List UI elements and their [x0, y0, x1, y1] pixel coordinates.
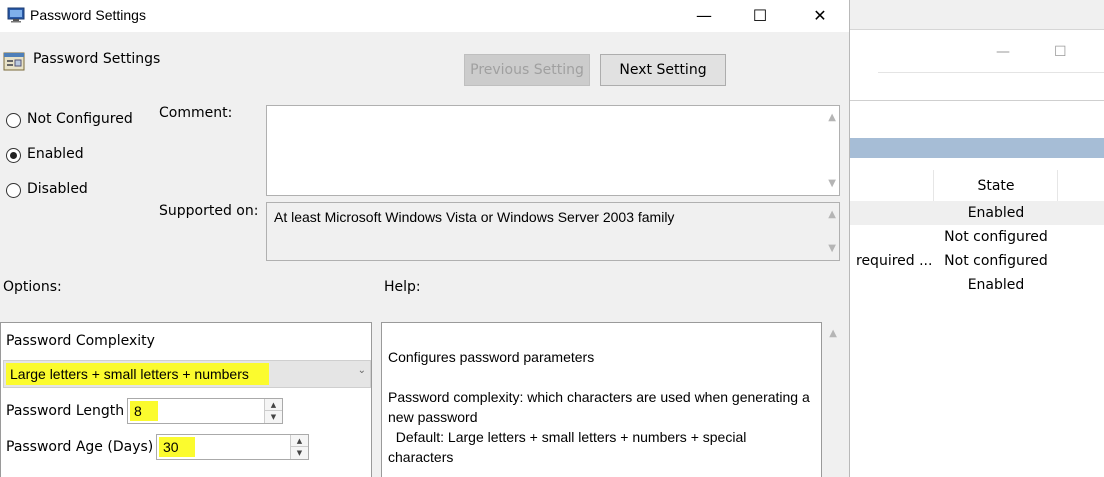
radio-label: Not Configured	[27, 111, 133, 127]
previous-setting-button[interactable]: Previous Setting	[464, 54, 590, 86]
divider	[878, 72, 1104, 73]
radio-label: Enabled	[27, 146, 84, 162]
divider	[850, 100, 1104, 101]
close-button[interactable]: ✕	[797, 0, 843, 32]
scroll-up-icon[interactable]: ▲	[828, 112, 836, 123]
help-scrollbar[interactable]: ▲	[822, 322, 842, 477]
spin-down-icon[interactable]: ▼	[291, 447, 308, 459]
supported-on-label: Supported on:	[159, 203, 259, 219]
password-length-value: 8	[130, 401, 158, 421]
next-setting-button[interactable]: Next Setting	[600, 54, 726, 86]
list-item-name: required ...	[856, 253, 933, 269]
comment-field[interactable]: ▲ ▼	[266, 105, 840, 196]
comment-label: Comment:	[159, 105, 233, 121]
scroll-up-icon[interactable]: ▲	[829, 328, 837, 339]
password-age-value: 30	[159, 437, 195, 457]
password-age-stepper[interactable]: 30 ▲ ▼	[156, 434, 309, 460]
supported-on-field: At least Microsoft Windows Vista or Wind…	[266, 202, 840, 261]
not-configured-radio[interactable]: Not Configured	[6, 110, 146, 130]
enabled-radio[interactable]: Enabled	[6, 145, 106, 165]
options-panel: Password Complexity Large letters + smal…	[0, 322, 372, 477]
password-settings-dialog: Password Settings — ☐ ✕ Password Setting…	[0, 0, 850, 477]
policy-settings-icon	[3, 52, 25, 71]
policy-title: Password Settings	[33, 51, 161, 67]
scroll-up-icon[interactable]: ▲	[828, 209, 836, 220]
radio-circle	[6, 183, 21, 198]
minimize-button[interactable]: —	[681, 0, 727, 32]
password-complexity-value: Large letters + small letters + numbers	[6, 363, 269, 385]
radio-circle	[6, 148, 21, 163]
password-length-label: Password Length	[6, 403, 125, 419]
help-line: Configures password parameters	[388, 349, 595, 365]
list-item-state: Enabled	[967, 277, 1025, 293]
spin-up-icon[interactable]: ▲	[291, 435, 308, 447]
help-panel: Configures password parameters Password …	[381, 322, 822, 477]
chevron-down-icon[interactable]: ⌄	[358, 365, 366, 376]
list-item[interactable]: Enabled	[850, 201, 1104, 225]
password-length-stepper[interactable]: 8 ▲ ▼	[127, 398, 283, 424]
scroll-down-icon[interactable]: ▼	[828, 178, 836, 189]
maximize-button[interactable]: ☐	[737, 0, 783, 32]
list-item[interactable]: Enabled	[850, 273, 1104, 297]
background-window: — ☐ State Enabled Not configured require…	[850, 0, 1104, 477]
help-line: Default: Large letters + small letters +…	[388, 429, 751, 465]
stepper-buttons: ▲ ▼	[290, 435, 308, 459]
password-complexity-label: Password Complexity	[6, 333, 155, 349]
supported-on-text: At least Microsoft Windows Vista or Wind…	[274, 209, 675, 225]
radio-selected-dot	[10, 152, 17, 159]
background-window-titlebar	[850, 0, 1104, 30]
list-item-state: Not configured	[944, 229, 1048, 245]
list-item-state: Enabled	[967, 205, 1025, 221]
help-label: Help:	[384, 279, 421, 295]
password-complexity-dropdown[interactable]: Large letters + small letters + numbers …	[3, 360, 371, 388]
list-item[interactable]: Not configured	[850, 225, 1104, 249]
list-header-band	[850, 138, 1104, 158]
options-label: Options:	[3, 279, 62, 295]
spin-up-icon[interactable]: ▲	[265, 399, 282, 411]
spin-down-icon[interactable]: ▼	[265, 411, 282, 423]
window-title: Password Settings	[30, 7, 146, 23]
scroll-down-icon[interactable]: ▼	[828, 243, 836, 254]
list-item-state: Not configured	[944, 253, 1048, 269]
bg-minimize-button[interactable]: —	[996, 44, 1010, 60]
stepper-buttons: ▲ ▼	[264, 399, 282, 423]
state-column-header[interactable]: State	[934, 170, 1058, 202]
radio-label: Disabled	[27, 181, 88, 197]
disabled-radio[interactable]: Disabled	[6, 180, 106, 200]
app-window-icon	[7, 7, 25, 23]
list-item[interactable]: required ... Not configured	[850, 249, 1104, 273]
title-bar: Password Settings — ☐ ✕	[0, 0, 849, 32]
help-line: Password complexity: which characters ar…	[388, 389, 810, 425]
password-age-label: Password Age (Days)	[6, 439, 154, 455]
bg-maximize-button[interactable]: ☐	[1054, 44, 1067, 60]
radio-circle	[6, 113, 21, 128]
